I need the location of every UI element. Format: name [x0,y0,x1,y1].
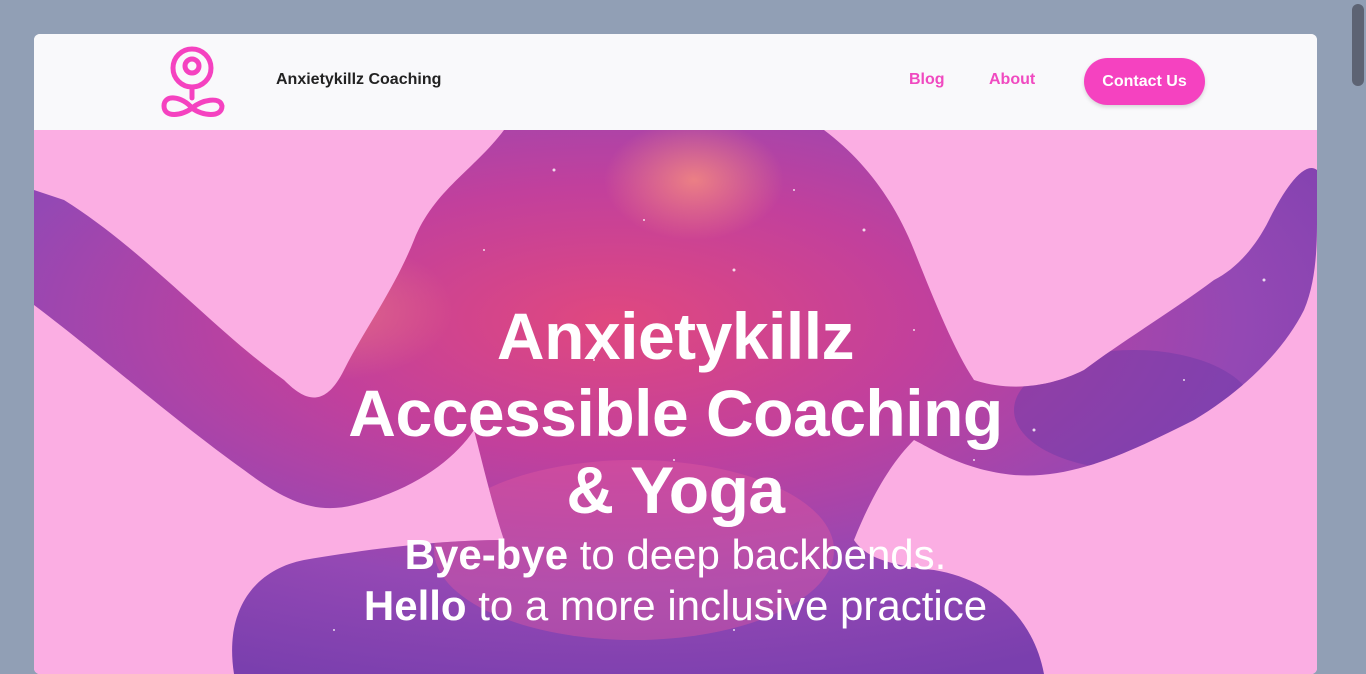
meditation-logo-icon[interactable] [160,46,226,122]
hero-subtitle-line1: Bye-bye to deep backbends. [34,529,1317,580]
nav-link-about[interactable]: About [989,71,1035,89]
navbar: Anxietykillz Coaching Blog About Contact… [34,34,1317,130]
contact-us-button[interactable]: Contact Us [1084,58,1205,105]
hero-subtitle-line2: Hello to a more inclusive practice [34,580,1317,631]
page-scrollbar[interactable] [1350,0,1366,645]
hero-sub1-bold: Bye-bye [404,531,569,578]
hero-sub2-rest: to a more inclusive practice [466,582,988,629]
hero-sub1-rest: to deep backbends. [568,531,947,578]
hero-title-line3: & Yoga [566,453,785,527]
brand-name[interactable]: Anxietykillz Coaching [276,71,441,89]
hero-title-line1: Anxietykillz [496,299,855,373]
hero-text: Anxietykillz Accessible Coaching & Yoga … [34,298,1317,631]
browser-page: Anxietykillz Coaching Blog About Contact… [34,34,1317,674]
scrollbar-thumb[interactable] [1352,4,1364,86]
hero-title: Anxietykillz Accessible Coaching & Yoga [34,298,1317,529]
hero-title-line2: Accessible Coaching [348,376,1003,450]
hero-section: Anxietykillz Accessible Coaching & Yoga … [34,130,1317,674]
nav-link-blog[interactable]: Blog [909,71,945,89]
hero-sub2-bold: Hello [363,582,467,629]
